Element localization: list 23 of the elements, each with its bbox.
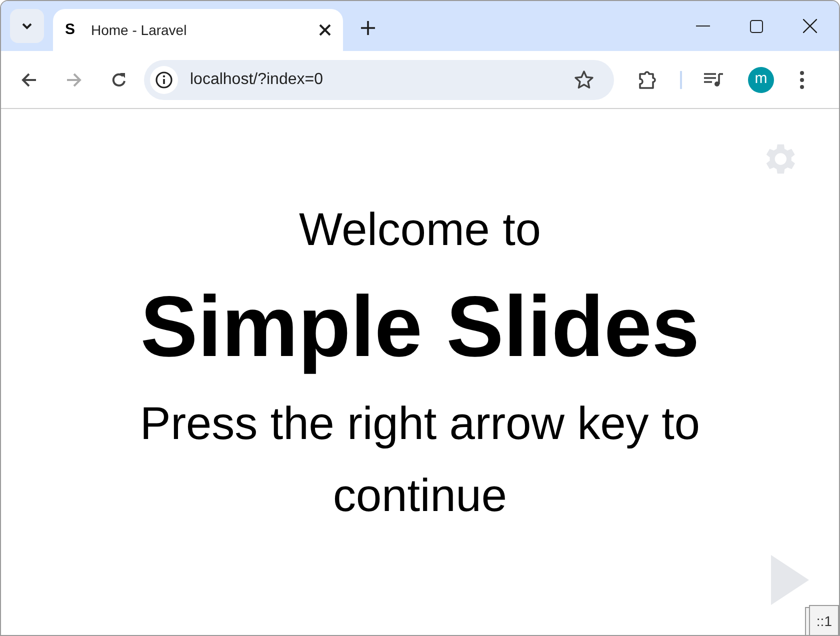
slide-title: Simple Slides	[140, 278, 700, 377]
minimize-icon[interactable]	[696, 25, 710, 27]
reload-icon[interactable]	[111, 72, 127, 88]
profile-avatar[interactable]: m	[748, 66, 774, 92]
close-icon[interactable]	[319, 24, 331, 36]
debug-badge[interactable]: ::1	[809, 605, 839, 635]
browser-tab[interactable]: S Home - Laravel	[53, 9, 343, 51]
menu-icon[interactable]	[800, 70, 804, 88]
chevron-down-icon	[21, 22, 33, 30]
url-text: localhost/?index=0	[190, 70, 324, 90]
slide-instruction: Press the right arrow key to continue	[139, 396, 701, 523]
puzzle-icon[interactable]	[638, 70, 658, 90]
maximize-icon[interactable]	[750, 20, 763, 32]
favicon: S	[65, 20, 76, 40]
tab-title: Home - Laravel	[91, 20, 188, 40]
close-icon[interactable]	[803, 19, 817, 33]
new-tab-icon[interactable]	[361, 21, 375, 35]
star-icon[interactable]	[574, 70, 594, 90]
address-bar[interactable]: localhost/?index=0	[144, 60, 614, 100]
slide-intro: Welcome to	[298, 202, 542, 257]
back-arrow-icon[interactable]	[21, 72, 37, 88]
playlist-icon[interactable]	[704, 72, 724, 88]
info-icon[interactable]	[155, 70, 173, 88]
